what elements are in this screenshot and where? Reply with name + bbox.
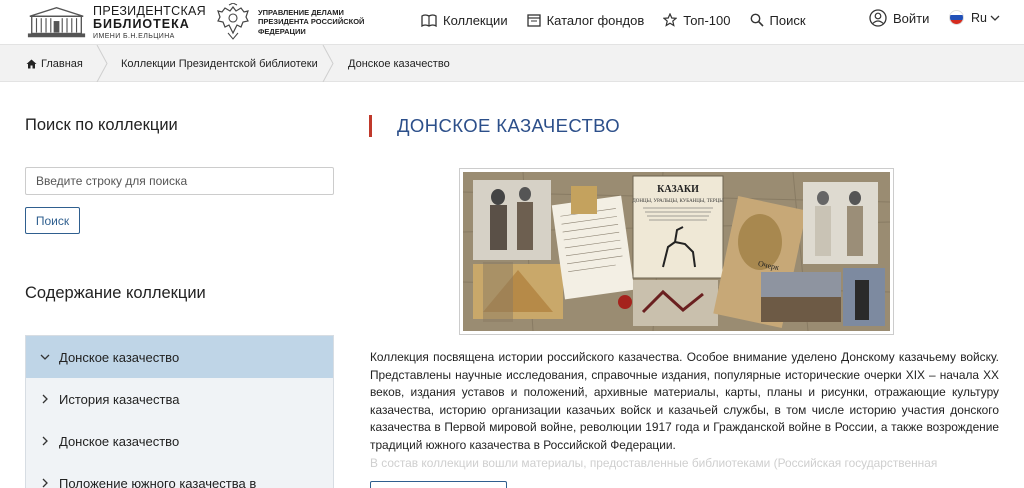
logo-line-1: ПРЕЗИДЕНТСКАЯ (93, 3, 206, 18)
logo-line-3: ИМЕНИ Б.Н.ЕЛЬЦИНА (93, 32, 175, 40)
toc-item-label: История казачества (59, 391, 180, 407)
chevron-right-icon (40, 478, 50, 488)
chevron-right-icon (40, 436, 50, 446)
library-logo[interactable]: ПРЕЗИДЕНТСКАЯ БИБЛИОТЕКА ИМЕНИ Б.Н.ЕЛЬЦИ… (26, 3, 206, 41)
star-icon (663, 13, 678, 27)
login-label: Войти (893, 10, 930, 26)
user-icon (869, 9, 887, 27)
nav-catalog-label: Каталог фондов (546, 12, 645, 28)
collection-search-input[interactable] (25, 167, 334, 195)
nav-top100[interactable]: Топ-100 (663, 12, 731, 28)
toc-item-label: Донское казачество (59, 433, 180, 449)
collection-description: Коллекция посвящена истории российского … (370, 350, 999, 452)
toc-item-label: Положение южного казачества в (59, 475, 257, 488)
page-title: ДОНСКОЕ КАЗАЧЕСТВО (369, 115, 620, 137)
site-header: ПРЕЗИДЕНТСКАЯ БИБЛИОТЕКА ИМЕНИ Б.Н.ЕЛЬЦИ… (0, 0, 1024, 45)
breadcrumb-home[interactable]: Главная (26, 45, 83, 82)
chevron-right-icon (40, 394, 50, 404)
chevron-down-icon (40, 352, 50, 362)
catalog-icon (526, 13, 541, 27)
chevron-down-icon (990, 15, 1000, 21)
toc-item-cossack-history[interactable]: История казачества (26, 378, 333, 420)
nav-collections[interactable]: Коллекции (421, 13, 508, 28)
collection-contents-title: Содержание коллекции (25, 284, 206, 302)
library-building-icon (27, 6, 86, 38)
breadcrumb: Главная Коллекции Президентской библиоте… (0, 45, 1024, 82)
breadcrumb-separator-icon (96, 45, 108, 82)
breadcrumb-current-label: Донское казачество (348, 57, 450, 70)
collection-contents-list: Донское казачество История казачества До… (25, 335, 334, 488)
main-nav: Коллекции Каталог фондов Топ-100 Поиск (421, 0, 825, 40)
breadcrumb-home-label: Главная (41, 57, 83, 70)
breadcrumb-collections-label: Коллекции Президентской библиотеки (121, 57, 318, 70)
nav-collections-label: Коллекции (443, 12, 508, 28)
logo-line-2: БИБЛИОТЕКА (93, 17, 190, 31)
language-label: Ru (971, 10, 987, 25)
nav-top100-label: Топ-100 (683, 12, 731, 28)
breadcrumb-separator-icon (322, 45, 334, 82)
toc-item-don-cossacks-expanded[interactable]: Донское казачество (26, 336, 333, 378)
collection-search-button[interactable]: Поиск (25, 207, 80, 234)
nav-search[interactable]: Поиск (750, 13, 806, 28)
breadcrumb-collections[interactable]: Коллекции Президентской библиотеки (121, 45, 318, 82)
double-headed-eagle-icon (217, 3, 249, 40)
toc-item-don-cossacks[interactable]: Донское казачество (26, 420, 333, 462)
collage-illustration: КАЗАКИ ДОНЦЫ, УРАЛЬЦЫ, КУБАНЦЫ, ТЕРЦЫ Оч… (462, 171, 891, 332)
book-icon (421, 13, 437, 27)
collection-collage-image: КАЗАКИ ДОНЦЫ, УРАЛЬЦЫ, КУБАНЦЫ, ТЕРЦЫ Оч… (459, 168, 894, 335)
collage-card-title: КАЗАКИ (657, 184, 699, 195)
collage-card-subtitle: ДОНЦЫ, УРАЛЬЦЫ, КУБАНЦЫ, ТЕРЦЫ (632, 199, 724, 204)
breadcrumb-current: Донское казачество (348, 45, 450, 82)
nav-catalog[interactable]: Каталог фондов (526, 12, 645, 28)
administration-logo[interactable]: УПРАВЛЕНИЕ ДЕЛАМИ ПРЕЗИДЕНТА РОССИЙСКОЙ … (216, 2, 396, 42)
toc-item-southern-cossacks[interactable]: Положение южного казачества в (26, 462, 333, 488)
collection-description-faded: В состав коллекции вошли материалы, пред… (370, 456, 938, 470)
russian-flag-icon (949, 10, 964, 25)
administration-text: УПРАВЛЕНИЕ ДЕЛАМИ ПРЕЗИДЕНТА РОССИЙСКОЙ … (258, 7, 365, 36)
language-selector[interactable]: Ru (949, 10, 1000, 25)
read-more-button[interactable] (370, 481, 507, 488)
toc-item-label: Донское казачество (59, 349, 180, 365)
nav-search-label: Поиск (769, 12, 806, 28)
collection-search-title: Поиск по коллекции (25, 116, 178, 134)
search-icon (750, 13, 764, 27)
login-link[interactable]: Войти (869, 9, 929, 27)
logo-text: ПРЕЗИДЕНТСКАЯ БИБЛИОТЕКА ИМЕНИ Б.Н.ЕЛЬЦИ… (93, 3, 206, 40)
home-icon (26, 59, 37, 68)
